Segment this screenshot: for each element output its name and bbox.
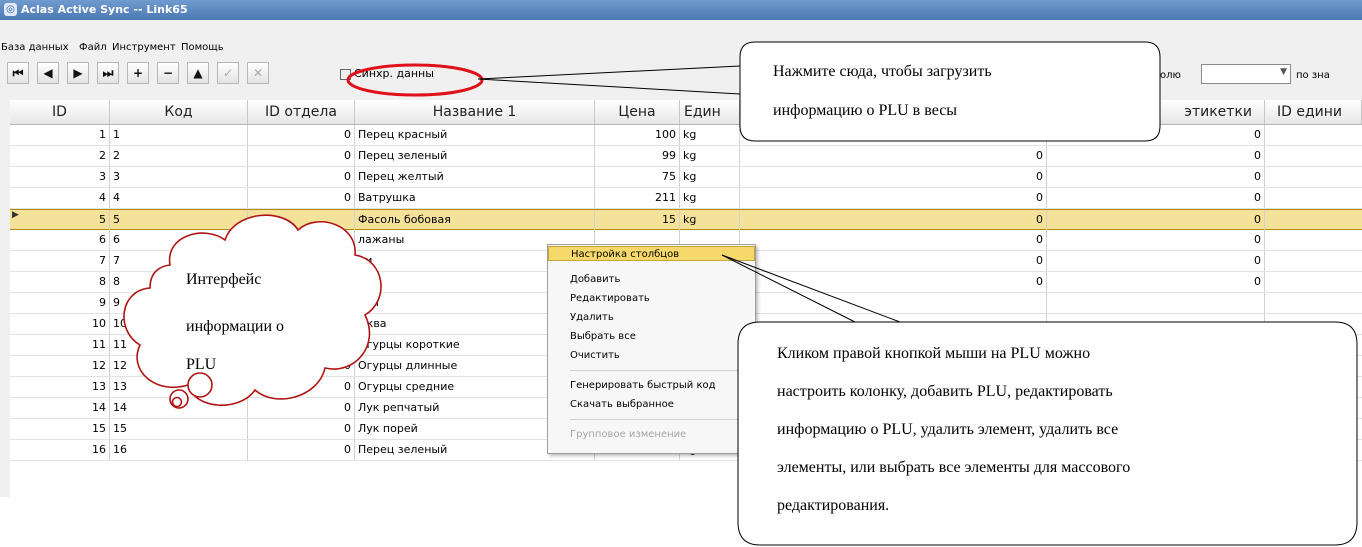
highlight-oval [346,63,484,97]
cloud-callout [123,214,382,406]
bottom-callout-line: элементы, или выбрать все элементы для м… [777,459,1131,476]
bottom-callout-line: настроить колонку, добавить PLU, редакти… [777,383,1113,400]
callout-pointer-top [477,65,741,80]
cloud-line: PLU [186,356,217,373]
cloud-line: информации о [186,318,285,335]
callout-pointer-bottom [721,254,901,323]
bottom-callout-line: информацию о PLU, удалить элемент, удали… [777,421,1119,438]
top-callout-line: Нажмите сюда, чтобы загрузить [773,63,992,80]
bottom-callout-line: редактирования. [777,497,890,514]
cloud-tail-bubble [187,372,213,398]
bottom-callout-line: Кликом правой кнопкой мыши на PLU можно [777,345,1091,362]
callout-pointer-top [477,78,741,95]
top-callout-box [739,41,1161,142]
cloud-line: Интерфейс [186,271,262,288]
callout-pointer-bottom [721,254,856,323]
top-callout-line: информацию о PLU в весы [773,102,958,119]
cloud-tail-bubble [171,396,183,408]
